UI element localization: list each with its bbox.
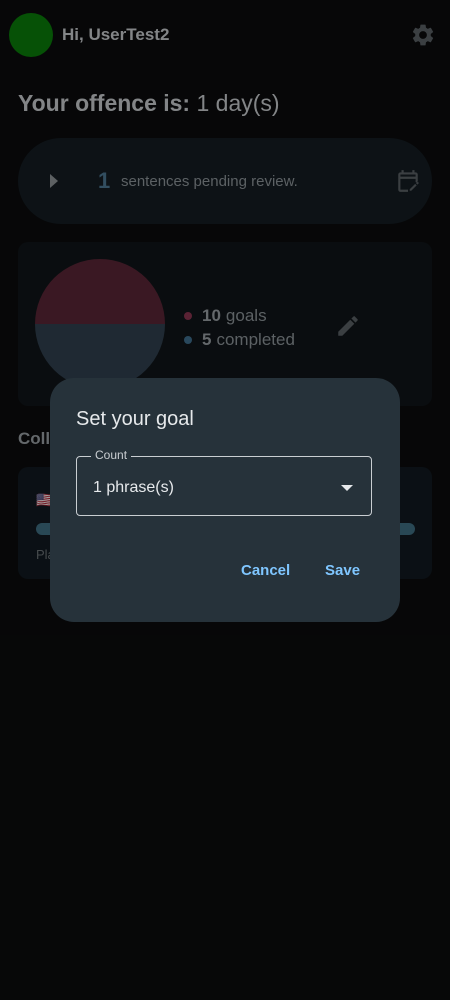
- cancel-button[interactable]: Cancel: [241, 562, 290, 579]
- count-dropdown[interactable]: Count 1 phrase(s): [76, 448, 372, 516]
- chevron-down-icon[interactable]: [341, 485, 353, 491]
- dialog-title: Set your goal: [76, 408, 194, 430]
- save-button[interactable]: Save: [325, 562, 360, 579]
- count-field-label: Count: [91, 448, 132, 462]
- count-field-value: 1 phrase(s): [93, 479, 174, 496]
- set-goal-dialog: Set your goal Count 1 phrase(s) Cancel S…: [50, 378, 400, 622]
